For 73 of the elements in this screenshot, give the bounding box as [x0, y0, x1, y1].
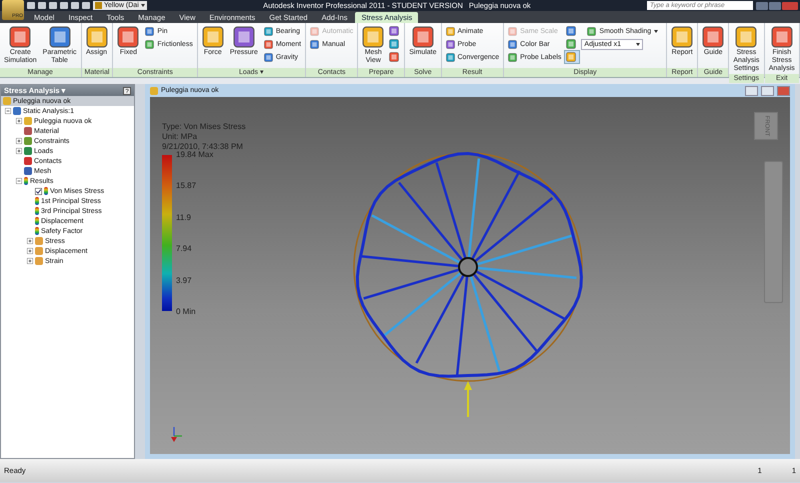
- expand-icon[interactable]: [16, 148, 22, 154]
- close-icon[interactable]: [777, 86, 790, 96]
- minimize-icon[interactable]: [745, 86, 758, 96]
- color-scale-icon: [24, 177, 28, 185]
- load-arrow: [464, 381, 472, 417]
- minimize-icon[interactable]: [756, 2, 768, 10]
- gradient-square-icon: [446, 52, 454, 62]
- gradient-square-icon: [566, 52, 576, 62]
- gradient-square-icon: [145, 26, 154, 36]
- gradient-square-icon: [232, 26, 255, 48]
- gradient-square-icon: [587, 27, 596, 36]
- legend-text: Type: Von Mises Stress: [162, 122, 246, 131]
- legend-tick-label: 0 Min: [176, 306, 197, 316]
- tree-node-icon: [24, 157, 32, 165]
- expand-icon[interactable]: [16, 118, 22, 124]
- checkbox[interactable]: [35, 188, 42, 194]
- expand-icon[interactable]: [27, 258, 33, 264]
- gradient-square-icon: [671, 26, 694, 48]
- gradient-square-icon: [362, 26, 384, 48]
- axis-triad-icon: [170, 426, 184, 444]
- gradient-square-icon: [566, 39, 576, 49]
- legend-tick-label: 7.94: [176, 244, 193, 254]
- part-icon: [3, 97, 11, 105]
- collapse-icon[interactable]: [5, 108, 11, 114]
- expand-icon[interactable]: [27, 248, 33, 254]
- tree-node-icon: [24, 147, 32, 155]
- gradient-square-icon: [412, 26, 434, 48]
- collapse-icon[interactable]: [16, 178, 22, 184]
- legend-tick-label: 15.87: [176, 181, 198, 190]
- expand-icon[interactable]: [16, 138, 22, 144]
- tree-node-icon: [24, 137, 32, 145]
- gradient-square-icon: [446, 40, 454, 48]
- gradient-square-icon: [389, 26, 400, 36]
- gradient-square-icon: [389, 39, 400, 49]
- gradient-square-icon: [117, 26, 140, 48]
- ribbon-icon-button[interactable]: [565, 51, 580, 63]
- gradient-square-icon: [9, 26, 32, 48]
- legend-text: 9/21/2010, 7:43:38 PM: [162, 142, 244, 151]
- gradient-square-icon: [770, 26, 793, 48]
- gradient-square-icon: [48, 26, 71, 48]
- gradient-square-icon: [145, 40, 154, 48]
- tree-node-icon: [24, 167, 32, 175]
- tree-node-icon: [35, 247, 43, 255]
- legend-tick-label: 11.9: [176, 212, 192, 222]
- expand-icon[interactable]: [27, 238, 33, 244]
- gradient-square-icon: [310, 40, 320, 48]
- gradient-square-icon: [264, 40, 273, 48]
- gradient-square-icon: [702, 26, 724, 48]
- tree-node-icon: [35, 257, 43, 265]
- tree-node-icon: [35, 237, 43, 245]
- legend-text: Unit: MPa: [162, 132, 198, 141]
- gradient-square-icon: [264, 52, 273, 62]
- tree-node-icon: [24, 117, 32, 125]
- legend-tick-label: 19.84 Max: [176, 150, 214, 159]
- close-icon[interactable]: [782, 2, 798, 10]
- legend-tick-label: 3.97: [176, 276, 193, 285]
- gradient-square-icon: [310, 26, 320, 36]
- gradient-square-icon: [264, 26, 273, 36]
- gradient-square-icon: [446, 26, 454, 36]
- gradient-square-icon: [389, 52, 400, 62]
- tree-node-icon: [13, 107, 21, 115]
- gradient-square-icon: [508, 52, 518, 62]
- maximize-icon[interactable]: [761, 86, 774, 96]
- gradient-square-icon: [508, 40, 518, 48]
- part-icon: [150, 86, 158, 94]
- gradient-square-icon: [566, 26, 576, 36]
- gradient-square-icon: [86, 26, 108, 48]
- tree-node-icon: [24, 127, 32, 135]
- gradient-square-icon: [735, 26, 758, 48]
- gradient-square-icon: [202, 26, 224, 48]
- gradient-square-icon: [508, 26, 518, 36]
- caret-icon: [654, 30, 658, 33]
- maximize-icon[interactable]: [769, 2, 781, 10]
